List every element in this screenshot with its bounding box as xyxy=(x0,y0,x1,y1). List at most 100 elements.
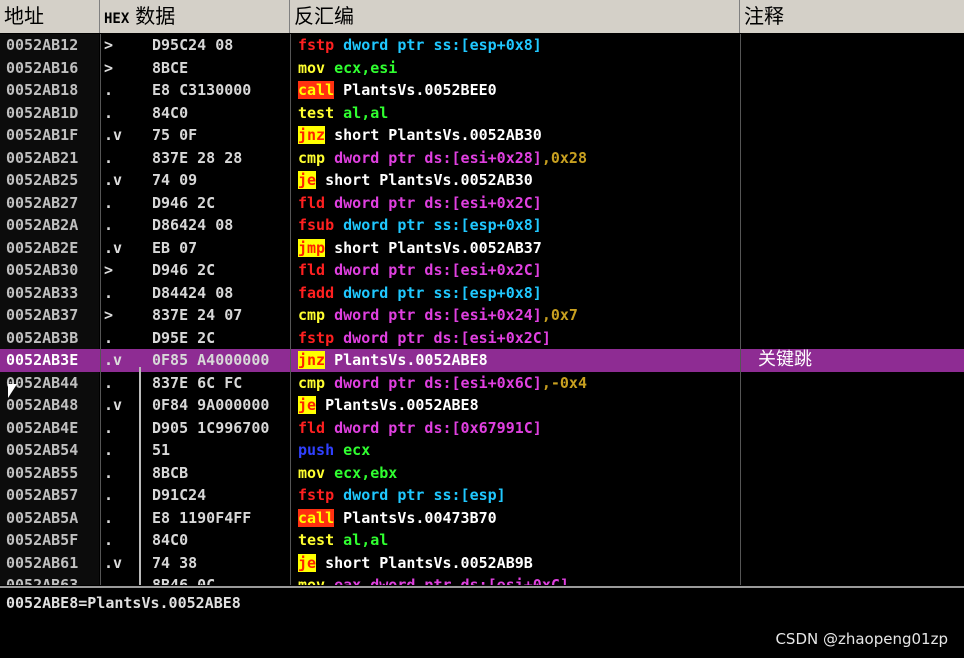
operand: PlantsVs.0052ABE8 xyxy=(334,351,488,369)
disassembly-cell: test al,al xyxy=(298,102,738,125)
header-disassembly-label: 反汇编 xyxy=(294,4,354,28)
table-row[interactable]: 0052AB2E .v EB 07 jmp short PlantsVs.0052AB… xyxy=(0,236,964,259)
table-row[interactable]: 0052AB48 .v 0F84 9A000000 je PlantsVs.0052A… xyxy=(0,394,964,417)
mnemonic: fstp xyxy=(298,328,335,347)
hex-bytes-cell: D946 2C xyxy=(152,193,216,212)
disassembly-cell: je PlantsVs.0052ABE8 xyxy=(298,394,738,417)
table-row[interactable]: 0052AB18. E8 C3130000 call PlantsVs.0052BE… xyxy=(0,79,964,102)
disassembly-cell: cmp dword ptr ds:[esi+0x28],0x28 xyxy=(298,147,738,170)
hex-bytes-cell: 74 38 xyxy=(152,553,198,572)
disassembly-cell: mov eax,dword ptr ds:[esi+0xC] xyxy=(298,574,738,585)
table-row-selected[interactable]: 0052AB3E .v 0F85 A4000000 jnz PlantsVs.0052… xyxy=(0,349,964,372)
operand: dword ptr ds:[esi+0x2C] xyxy=(334,261,542,279)
table-row[interactable]: 0052AB30 > D946 2C fld dword ptr ds:[esi+0x… xyxy=(0,259,964,282)
address-cell: 0052AB12 xyxy=(0,34,99,57)
address-cell: 0052AB5A xyxy=(0,506,99,529)
disassembly-cell: test al,al xyxy=(298,529,738,552)
jump-arrow-line xyxy=(139,367,141,585)
table-row[interactable]: 0052AB54. 51 push ecx xyxy=(0,439,964,462)
jump-marker: . xyxy=(104,216,114,234)
jump-marker: .v xyxy=(104,238,123,257)
disassembly-cell: cmp dword ptr ds:[esi+0x6C],-0x4 xyxy=(298,372,738,395)
address-cell: 0052AB4E xyxy=(0,416,99,439)
address-cell: 0052AB1F xyxy=(0,124,99,147)
disassembly-listing[interactable]: 0052AB12 > D95C24 08 fstp dword ptr ss:[esp… xyxy=(0,34,964,585)
header-comment[interactable]: 注释 xyxy=(740,0,964,33)
disassembly-cell: fstp dword ptr ss:[esp+0x8] xyxy=(298,34,738,57)
operand: PlantsVs.0052ABE8 xyxy=(325,396,479,414)
watermark: CSDN @zhaopeng01zp xyxy=(775,630,948,648)
hex-bytes-cell: 0F85 A4000000 xyxy=(152,351,270,369)
hex-bytes-cell: 8BCE xyxy=(152,58,189,77)
table-row[interactable]: 0052AB61 .v 74 38 je short PlantsVs.0052AB9… xyxy=(0,551,964,575)
table-row[interactable]: 0052AB44. 837E 6C FC cmp dword ptr ds:[esi… xyxy=(0,371,964,395)
table-row[interactable]: 0052AB5A. E8 1190F4FF call PlantsVs.00473B… xyxy=(0,506,964,529)
table-row[interactable]: 0052AB21. 837E 28 28 cmp dword ptr ds:[esi… xyxy=(0,146,964,170)
operand: eax,dword ptr ds:[esi+0xC] xyxy=(334,576,569,585)
header-hex-data[interactable]: HEX 数据 xyxy=(100,0,290,33)
table-row[interactable]: 0052AB27. D946 2C fld dword ptr ds:[esi+0x… xyxy=(0,191,964,214)
table-row[interactable]: 0052AB57. D91C24 fstp dword ptr ss:[esp] xyxy=(0,484,964,507)
address-cell: 0052AB25 xyxy=(0,169,99,192)
hex-bytes-cell: 51 xyxy=(152,441,171,459)
table-row[interactable]: 0052AB55. 8BCB mov ecx,ebx xyxy=(0,461,964,485)
info-pane: 0052ABE8=PlantsVs.0052ABE8 CSDN @zhaopen… xyxy=(0,586,964,658)
operand: ,0x7 xyxy=(541,306,578,324)
comment-cell: 关键跳 xyxy=(758,349,812,370)
operand: dword ptr ds:[0x67991C] xyxy=(334,418,542,437)
table-row[interactable]: 0052AB5F. 84C0 test al,al xyxy=(0,529,964,552)
hex-bytes-cell: 837E 6C FC xyxy=(152,373,243,392)
mnemonic: cmp xyxy=(298,373,326,392)
table-row[interactable]: 0052AB25 .v 74 09 je short PlantsVs.0052AB3… xyxy=(0,169,964,192)
mnemonic: jmp xyxy=(298,238,326,257)
operand: dword ptr ds:[esi+0x24] xyxy=(334,306,542,324)
column-header-bar: 地址 HEX 数据 反汇编 注释 xyxy=(0,0,964,33)
header-disassembly[interactable]: 反汇编 xyxy=(290,0,740,33)
address-cell: 0052AB63 xyxy=(0,574,99,585)
hex-bytes-cell: D86424 08 xyxy=(152,216,234,234)
table-row[interactable]: 0052AB4E. D905 1C996700 fld dword ptr ds:[… xyxy=(0,416,964,439)
header-hex-tag: HEX xyxy=(104,11,130,27)
operand: dword ptr ds:[esi+0x2C] xyxy=(334,193,542,212)
table-row[interactable]: 0052AB3B. D95E 2C fstp dword ptr ds:[esi+0… xyxy=(0,326,964,349)
address-cell: 0052AB16 xyxy=(0,56,99,79)
jump-marker: > xyxy=(104,261,114,279)
jump-marker: .v xyxy=(104,171,123,189)
table-row[interactable]: 0052AB37 >837E 24 07 cmp dword ptr ds:[esi… xyxy=(0,304,964,327)
hex-bytes-cell: 74 09 xyxy=(152,171,198,189)
mnemonic: mov xyxy=(298,576,326,585)
hex-bytes-cell: D95C24 08 xyxy=(152,36,234,54)
address-cell: 0052AB33 xyxy=(0,281,99,304)
address-cell: 0052AB54 xyxy=(0,439,99,462)
hex-bytes-cell: D84424 08 xyxy=(152,283,234,302)
hex-bytes-cell: 75 0F xyxy=(152,126,198,144)
operand: dword ptr ds:[esi+0x2C] xyxy=(343,328,551,347)
address-cell: 0052AB27 xyxy=(0,191,99,214)
disassembly-cell: jnz PlantsVs.0052ABE8 xyxy=(298,349,738,372)
table-row[interactable]: 0052AB1F .v 75 0F jnz short PlantsVs.0052AB… xyxy=(0,124,964,147)
address-cell: 0052AB61 xyxy=(0,551,99,574)
address-cell: 0052AB37 xyxy=(0,304,99,327)
disassembly-cell: je short PlantsVs.0052AB9B xyxy=(298,552,738,575)
disassembly-cell: fadd dword ptr ss:[esp+0x8] xyxy=(298,282,738,305)
table-row[interactable]: 0052AB16 >8BCE mov ecx,esi xyxy=(0,56,964,79)
operand: ,-0x4 xyxy=(541,373,587,392)
disassembly-cell: mov ecx,ebx xyxy=(298,462,738,485)
table-row[interactable]: 0052AB63. 8B46 0C mov eax,dword ptr ds:[es… xyxy=(0,574,964,585)
hex-bytes-cell: D946 2C xyxy=(152,261,216,279)
mnemonic: test xyxy=(298,103,335,122)
operand: short PlantsVs.0052AB30 xyxy=(325,171,533,189)
hex-bytes-cell: E8 1190F4FF xyxy=(152,508,252,527)
operand: PlantsVs.0052BEE0 xyxy=(343,81,497,99)
table-row[interactable]: 0052AB2A. D86424 08 fsub dword ptr ss:[esp… xyxy=(0,214,964,237)
operand: ,0x28 xyxy=(541,148,587,167)
disassembly-cell: call PlantsVs.0052BEE0 xyxy=(298,79,738,102)
column-divider xyxy=(100,34,101,585)
mnemonic: je xyxy=(298,553,317,572)
header-address[interactable]: 地址 xyxy=(0,0,100,33)
table-row[interactable]: 0052AB12 > D95C24 08 fstp dword ptr ss:[esp… xyxy=(0,34,964,57)
hex-bytes-cell: 8BCB xyxy=(152,463,189,482)
table-row[interactable]: 0052AB1D. 84C0 test al,al xyxy=(0,101,964,125)
mnemonic: test xyxy=(298,531,335,549)
table-row[interactable]: 0052AB33. D84424 08 fadd dword ptr ss:[esp… xyxy=(0,281,964,305)
